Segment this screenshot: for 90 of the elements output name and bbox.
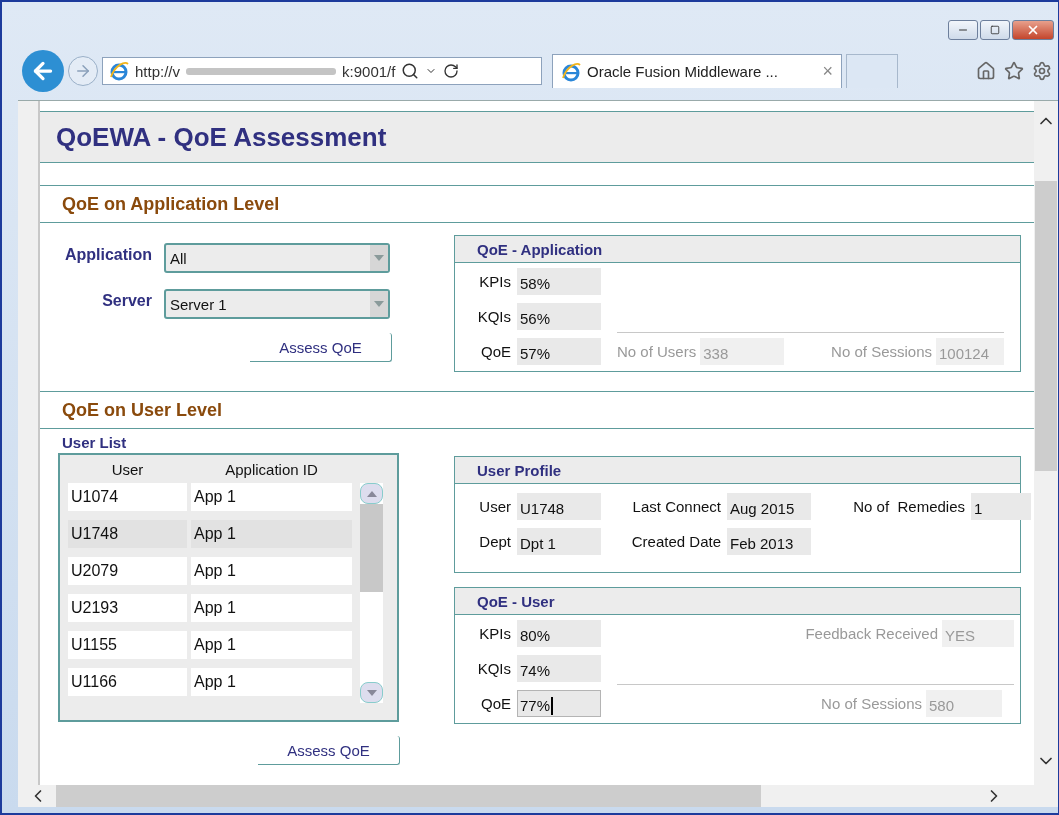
app-cell[interactable]: App 1: [191, 594, 352, 622]
section-title: QoE on User Level: [62, 399, 223, 421]
horizontal-scrollbar[interactable]: [18, 785, 1034, 807]
dropdown[interactable]: Server 1: [164, 289, 390, 319]
column-header: Application ID: [224, 460, 319, 478]
field-label: User: [478, 498, 511, 515]
metric-label: KQIs: [476, 660, 511, 677]
stat-value: 100124: [936, 338, 1004, 365]
caret-icon: [374, 301, 384, 307]
stat-label: No of Sessions: [821, 695, 922, 712]
list-scrollbar[interactable]: [360, 483, 383, 703]
metric-label: KQIs: [476, 308, 511, 325]
tab-title: Oracle Fusion Middleware ...: [587, 63, 779, 80]
section-title: QoE on Application Level: [62, 193, 280, 215]
app-cell[interactable]: App 1: [191, 668, 352, 696]
app-cell[interactable]: App 1: [191, 520, 352, 548]
text-cursor: [551, 696, 554, 715]
panel-title: QoE - Application: [455, 236, 1020, 263]
field-value: 1: [971, 493, 1031, 520]
metric-value: 58%: [517, 268, 601, 295]
stat-value: 338: [700, 338, 785, 365]
search-icon[interactable]: [401, 62, 420, 80]
metric-field[interactable]: 74%: [517, 655, 601, 682]
field-value: Dpt 1: [517, 528, 601, 555]
url-text: http://v: [135, 62, 181, 80]
metric-label: QoE: [480, 343, 511, 360]
page-title: QoEWA - QoE Assessment: [56, 121, 387, 153]
list-title: User List: [62, 434, 128, 451]
ie-logo-icon: [109, 61, 129, 81]
scroll-up-button[interactable]: [360, 483, 383, 504]
panel-title: User Profile: [455, 457, 1020, 484]
url-text: k:9001/f: [342, 62, 396, 80]
field-value: Feb 2013: [727, 528, 811, 555]
user-cell[interactable]: U1748: [68, 520, 187, 548]
back-button[interactable]: [22, 50, 64, 92]
app-cell[interactable]: App 1: [191, 631, 352, 659]
maximize-button[interactable]: [980, 20, 1010, 40]
maximize-icon: [990, 25, 1000, 35]
panel-title: QoE - User: [455, 588, 1020, 615]
stat-label: No of Sessions: [831, 343, 932, 360]
scroll-thumb[interactable]: [1035, 181, 1057, 471]
metric-value: 56%: [517, 303, 601, 330]
close-button[interactable]: [1012, 20, 1054, 40]
dropdown[interactable]: All: [164, 243, 390, 273]
app-cell[interactable]: App 1: [191, 483, 352, 511]
settings-icon[interactable]: [1032, 61, 1052, 81]
metric-field[interactable]: 80%: [517, 620, 601, 647]
address-field[interactable]: http://v k:9001/f: [102, 57, 542, 85]
user-cell[interactable]: U2079: [68, 557, 187, 585]
assess-button[interactable]: Assess QoE: [258, 736, 400, 765]
field-label: Created Date: [630, 533, 721, 550]
vertical-scrollbar[interactable]: [1034, 101, 1058, 785]
metric-field[interactable]: 77%: [517, 690, 601, 717]
scroll-down-button[interactable]: [360, 682, 383, 703]
browser-tab[interactable]: Oracle Fusion Middleware ... ×: [552, 54, 842, 88]
column-header: User: [110, 460, 145, 478]
field-label: Last Connect: [631, 498, 721, 515]
stat-value: YES: [942, 620, 1014, 647]
arrow-right-icon: [74, 62, 92, 80]
field-label: Dept: [478, 533, 511, 550]
field-label: No of Remedies: [852, 498, 965, 515]
field-value: Aug 2015: [727, 493, 811, 520]
field-label: Server: [101, 291, 152, 310]
star-icon[interactable]: [1004, 61, 1024, 81]
close-icon: [1026, 23, 1040, 37]
user-cell[interactable]: U2193: [68, 594, 187, 622]
caret-icon: [374, 255, 384, 261]
metric-label: KPIs: [478, 273, 511, 290]
stat-label: Feedback Received: [805, 625, 938, 642]
user-cell[interactable]: U1074: [68, 483, 187, 511]
stat-label: No of Users: [617, 343, 697, 360]
ie-logo-icon: [561, 61, 581, 82]
tab-close-button[interactable]: ×: [822, 61, 833, 82]
user-cell[interactable]: U1155: [68, 631, 187, 659]
field-value: U1748: [517, 493, 601, 520]
scroll-thumb[interactable]: [56, 785, 761, 807]
metric-label: QoE: [480, 695, 511, 712]
triangle-up-icon: [366, 490, 377, 497]
refresh-icon[interactable]: [443, 63, 460, 79]
stat-value: 580: [926, 690, 1002, 717]
user-cell[interactable]: U1166: [68, 668, 187, 696]
metric-label: KPIs: [478, 625, 511, 642]
field-label: Application: [63, 245, 152, 264]
app-cell[interactable]: App 1: [191, 557, 352, 585]
scroll-thumb[interactable]: [360, 504, 383, 592]
minimize-button[interactable]: [948, 20, 978, 40]
assess-button[interactable]: Assess QoE: [250, 333, 392, 362]
metric-value: 57%: [517, 338, 601, 365]
triangle-down-icon: [366, 689, 377, 696]
home-icon[interactable]: [976, 61, 996, 81]
